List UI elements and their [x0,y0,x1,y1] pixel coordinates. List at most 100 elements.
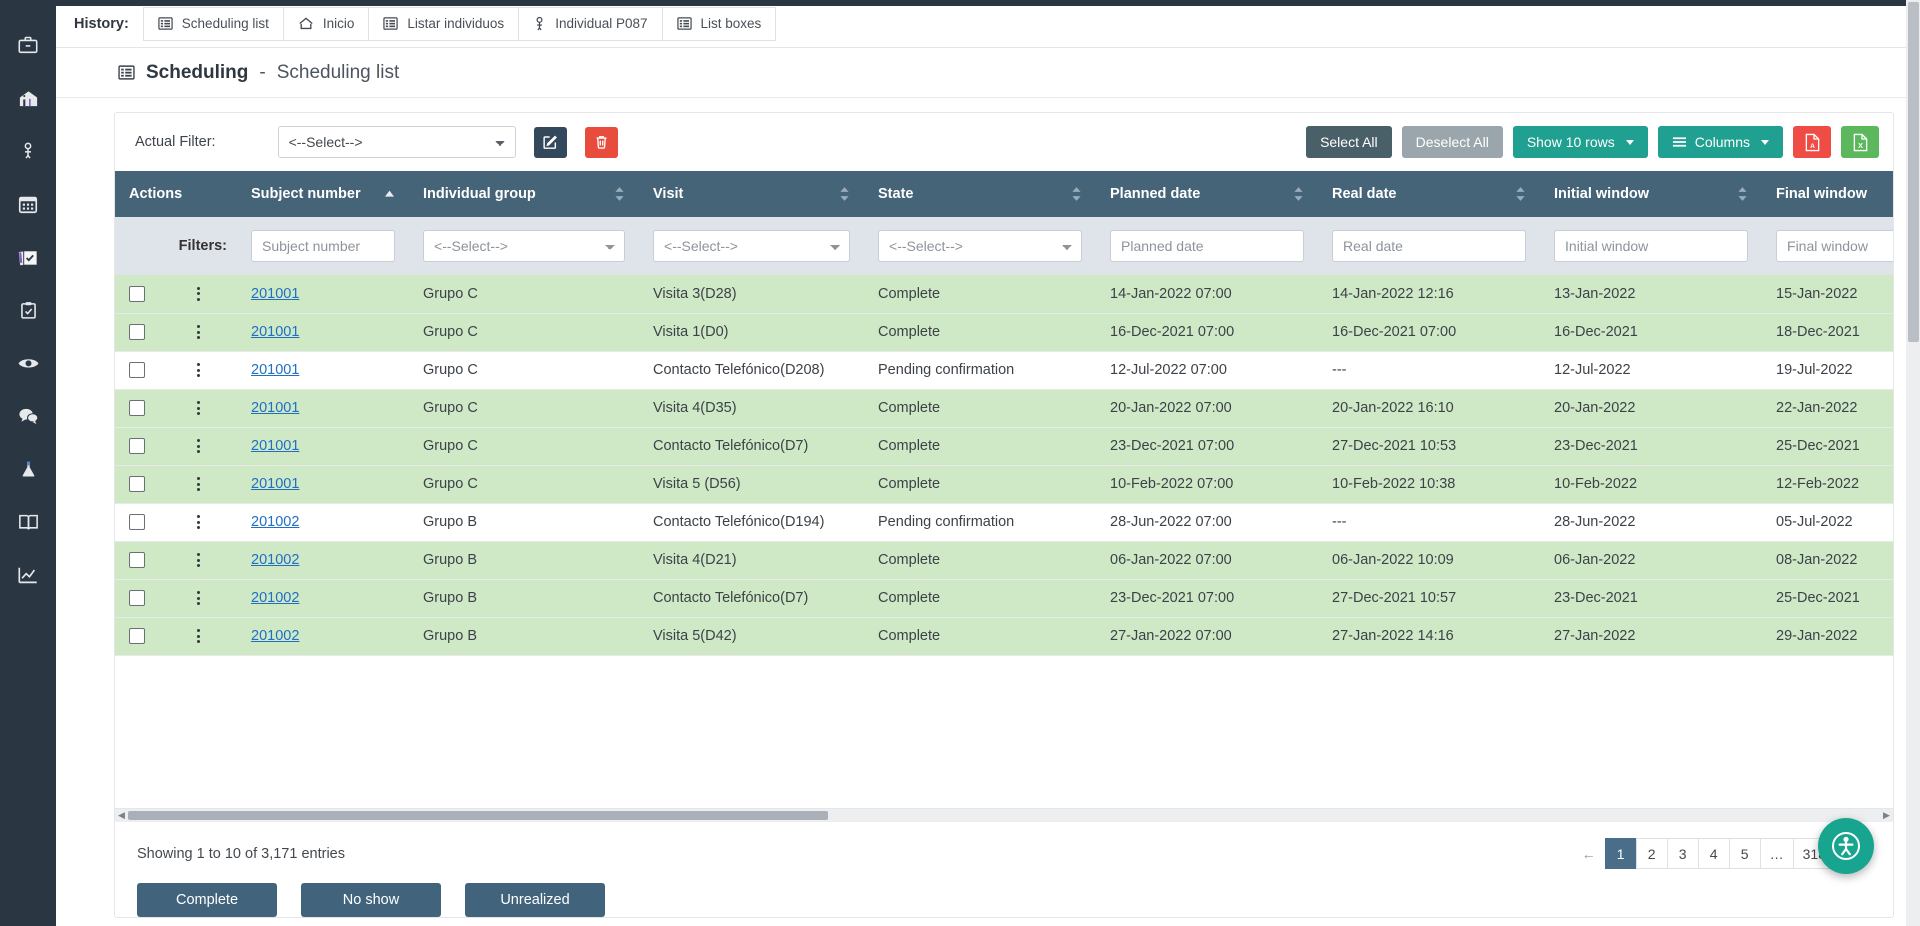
columns-button[interactable]: Columns [1657,126,1783,158]
row-actions-menu-icon[interactable] [191,363,205,377]
pagination-page-4[interactable]: 4 [1697,838,1729,869]
sidebar-item-lab[interactable] [11,452,45,486]
subject-number-link[interactable]: 201001 [251,286,299,302]
column-header-state[interactable]: State [864,171,1097,217]
sidebar-item-tasks[interactable] [11,293,45,327]
table-horizontal-scrollbar[interactable]: ◀ ▶ [115,808,1893,822]
edit-filter-button[interactable] [533,126,567,158]
filter-visit-select[interactable]: <--Select--> [653,230,851,262]
sidebar-item-monitoring[interactable] [11,346,45,380]
row-checkbox[interactable] [129,590,145,607]
filter-subject-number-input[interactable] [251,230,396,262]
row-checkbox[interactable] [129,438,145,455]
subject-number-link[interactable]: 201002 [251,552,299,568]
sidebar-item-calendar[interactable] [11,187,45,221]
row-checkbox[interactable] [129,362,145,379]
hscroll-track[interactable] [128,811,1880,820]
table-scroll-container[interactable]: Actions Subject number Individual group … [115,171,1893,808]
delete-filter-button[interactable] [584,126,618,158]
subject-number-link[interactable]: 201002 [251,514,299,530]
subject-number-link[interactable]: 201001 [251,324,299,340]
sidebar-item-queries[interactable] [11,399,45,433]
subject-number-link[interactable]: 201002 [251,590,299,606]
table-row[interactable]: 201002 Grupo B Visita 4(D21) Complete 06-Jan… [115,541,1893,580]
filter-state-select[interactable]: <--Select--> [878,230,1083,262]
column-header-planned-date[interactable]: Planned date [1096,171,1319,217]
page-vertical-scrollbar[interactable] [1906,0,1920,926]
actual-filter-select[interactable]: <--Select--> [277,126,516,158]
table-row[interactable]: 201002 Grupo B Visita 5(D42) Complete 27-Jan… [115,617,1893,656]
row-checkbox[interactable] [129,324,145,341]
scroll-right-arrow[interactable]: ▶ [1880,810,1893,821]
subject-number-link[interactable]: 201001 [251,362,299,378]
complete-button[interactable]: Complete [137,883,277,917]
row-checkbox[interactable] [129,552,145,569]
subject-number-link[interactable]: 201001 [251,438,299,454]
row-actions-menu-icon[interactable] [191,515,205,529]
table-row[interactable]: 201001 Grupo C Visita 1(D0) Complete 16-Dec-… [115,313,1893,352]
history-chip-scheduling-list[interactable]: Scheduling list [142,6,283,41]
pagination-page-5[interactable]: 5 [1728,838,1760,869]
table-row[interactable]: 201001 Grupo C Visita 5 (D56) Complete 10-Fe… [115,465,1893,504]
no-show-button[interactable]: No show [301,883,441,917]
table-row[interactable]: 201001 Grupo C Visita 4(D35) Complete 20-Jan… [115,389,1893,428]
row-actions-menu-icon[interactable] [191,477,205,491]
filter-final-window-input[interactable] [1776,230,1893,262]
table-row[interactable]: 201001 Grupo C Visita 3(D28) Complete 14-Jan… [115,275,1893,314]
pagination-page-1[interactable]: 1 [1604,838,1636,869]
history-chip-listar-individuos[interactable]: Listar individuos [368,6,519,41]
row-checkbox[interactable] [129,285,145,302]
pagination-page-…[interactable]: … [1759,838,1793,869]
column-header-real-date[interactable]: Real date [1318,171,1541,217]
subject-number-link[interactable]: 201001 [251,476,299,492]
column-header-final-window[interactable]: Final window [1762,171,1893,217]
scroll-left-arrow[interactable]: ◀ [115,810,128,821]
table-row[interactable]: 201002 Grupo B Contacto Telefónico(D7) Comp… [115,579,1893,618]
export-pdf-button[interactable]: A [1793,126,1831,158]
pagination-page-3[interactable]: 3 [1666,838,1698,869]
column-header-subject-number[interactable]: Subject number [237,171,410,217]
row-checkbox[interactable] [129,476,145,493]
pagination-page-2[interactable]: 2 [1635,838,1667,869]
row-actions-menu-icon[interactable] [191,629,205,643]
filter-individual-group-select[interactable]: <--Select--> [423,230,626,262]
accessibility-fab-button[interactable] [1818,818,1874,874]
history-chip-list-boxes[interactable]: List boxes [661,6,777,41]
column-header-individual-group[interactable]: Individual group [409,171,640,217]
filter-initial-window-input[interactable] [1554,230,1749,262]
sidebar-item-briefcase[interactable] [11,28,45,62]
sidebar-item-building[interactable] [11,81,45,115]
hscroll-thumb[interactable] [128,811,828,820]
sidebar-item-person[interactable] [11,134,45,168]
sidebar-item-reports[interactable] [11,558,45,592]
page-vscroll-thumb[interactable] [1908,2,1919,342]
row-checkbox[interactable] [129,400,145,417]
sidebar-item-forms[interactable] [11,240,45,274]
row-actions-menu-icon[interactable] [191,591,205,605]
subject-number-link[interactable]: 201002 [251,628,299,644]
select-all-button[interactable]: Select All [1306,126,1392,158]
filter-real-date-input[interactable] [1332,230,1527,262]
history-chip-individual-p087[interactable]: Individual P087 [518,6,662,41]
table-row[interactable]: 201002 Grupo B Contacto Telefónico(D194) Pe… [115,503,1893,542]
column-header-visit[interactable]: Visit [639,171,865,217]
table-row[interactable]: 201001 Grupo C Contacto Telefónico(D208) Pe… [115,351,1893,390]
row-checkbox[interactable] [129,628,145,645]
history-chip-inicio[interactable]: Inicio [282,6,369,41]
filter-planned-date-input[interactable] [1110,230,1305,262]
show-rows-button[interactable]: Show 10 rows [1512,126,1648,158]
row-checkbox[interactable] [129,514,145,531]
row-actions-menu-icon[interactable] [191,325,205,339]
pagination-prev[interactable]: ← [1573,838,1605,869]
row-actions-menu-icon[interactable] [191,553,205,567]
unrealized-button[interactable]: Unrealized [465,883,605,917]
column-header-initial-window[interactable]: Initial window [1540,171,1763,217]
row-actions-menu-icon[interactable] [191,401,205,415]
deselect-all-button[interactable]: Deselect All [1401,126,1503,158]
sidebar-item-documents[interactable] [11,505,45,539]
table-row[interactable]: 201001 Grupo C Contacto Telefónico(D7) Comp… [115,427,1893,466]
subject-number-link[interactable]: 201001 [251,400,299,416]
row-actions-menu-icon[interactable] [191,439,205,453]
export-excel-button[interactable]: X [1841,126,1879,158]
row-actions-menu-icon[interactable] [191,286,205,301]
